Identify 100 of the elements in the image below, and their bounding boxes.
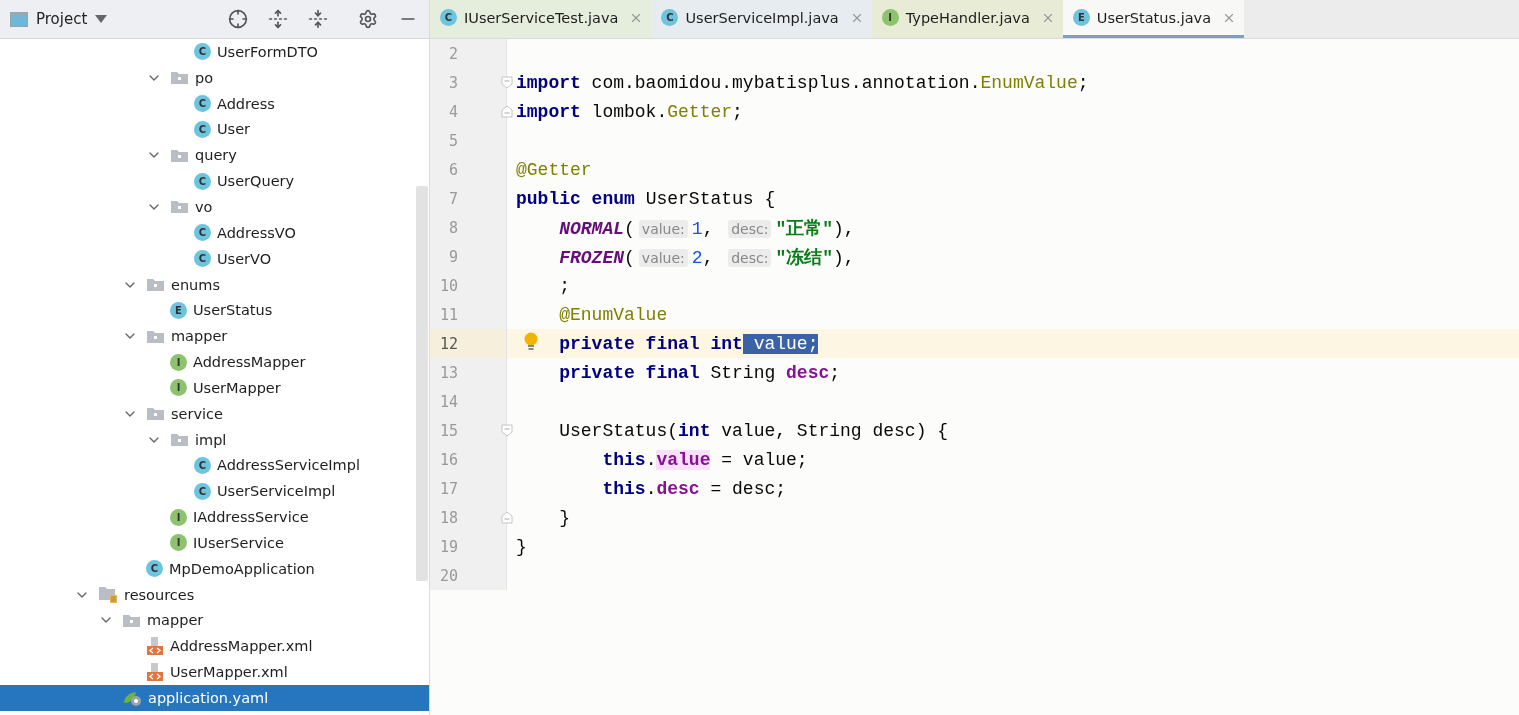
tree-item-label: AddressVO bbox=[217, 224, 296, 241]
tree-item[interactable]: I IAddressService bbox=[0, 504, 429, 531]
folder-icon bbox=[170, 147, 189, 163]
interface-icon: I bbox=[170, 508, 187, 526]
xml-file-icon bbox=[146, 662, 164, 683]
tree-item[interactable]: UserMapper.xml bbox=[0, 659, 429, 686]
tab-label: UserStatus.java bbox=[1096, 9, 1212, 26]
folder-icon bbox=[146, 277, 165, 292]
interface-icon: I bbox=[881, 9, 899, 26]
tree-item[interactable]: E UserStatus bbox=[0, 297, 429, 324]
tree-item-label: po bbox=[195, 69, 214, 86]
folder-icon bbox=[122, 613, 141, 628]
project-window-icon bbox=[10, 11, 28, 27]
code-line: ; bbox=[558, 275, 570, 296]
tree-item-label: query bbox=[195, 147, 237, 164]
collapse-all-icon[interactable] bbox=[307, 8, 329, 30]
line-number: 8 bbox=[447, 218, 458, 237]
tree-item[interactable]: C AddressServiceImpl bbox=[0, 452, 429, 479]
code-line: import com.baomidou.mybatisplus.annotation.EnumValue; bbox=[516, 72, 1089, 93]
line-number: 4 bbox=[447, 102, 458, 121]
line-number: 17 bbox=[438, 479, 458, 498]
tree-item[interactable]: C User bbox=[0, 116, 429, 143]
folder-icon bbox=[146, 328, 165, 344]
fold-marker-icon[interactable] bbox=[501, 424, 513, 437]
code-line: @Getter bbox=[516, 159, 592, 180]
line-number: 3 bbox=[447, 73, 458, 92]
editor-tab[interactable]: I TypeHandler.java bbox=[871, 0, 1063, 38]
tree-item[interactable]: I IUserService bbox=[0, 530, 429, 556]
tree-item[interactable]: service bbox=[0, 400, 429, 427]
line-number: 10 bbox=[438, 276, 458, 295]
tree-item[interactable]: I AddressMapper bbox=[0, 349, 429, 375]
code-line: } bbox=[516, 536, 527, 557]
line-number: 16 bbox=[438, 450, 458, 469]
tree-item-label: AddressMapper.xml bbox=[170, 638, 313, 655]
tree-item[interactable]: po bbox=[0, 64, 429, 91]
tree-item[interactable]: vo bbox=[0, 194, 429, 220]
resources-folder-icon bbox=[98, 585, 118, 604]
code-line: UserStatus(int value, String desc) { bbox=[558, 420, 949, 441]
tree-item[interactable]: C Address bbox=[0, 90, 429, 117]
tab-label: IUserServiceTest.java bbox=[464, 9, 619, 26]
tree-item-label: UserQuery bbox=[217, 173, 295, 190]
tree-item-label: mapper bbox=[147, 612, 204, 629]
tree-item-label: vo bbox=[195, 199, 213, 215]
line-number: 7 bbox=[447, 189, 458, 208]
tree-item-label: UserMapper bbox=[193, 379, 281, 396]
expand-all-icon[interactable] bbox=[267, 8, 289, 30]
code-line: @EnumValue bbox=[558, 304, 668, 325]
tree-item[interactable]: C UserFormDTO bbox=[0, 39, 429, 65]
line-number: 13 bbox=[438, 363, 458, 382]
tree-item[interactable]: application.yaml bbox=[0, 685, 429, 711]
lightbulb-icon[interactable] bbox=[523, 332, 539, 352]
line-number: 6 bbox=[447, 160, 458, 179]
tree-item[interactable]: C MpDemoApplication bbox=[0, 555, 429, 582]
test-class-icon: C bbox=[440, 9, 457, 26]
tree-item-label: impl bbox=[195, 431, 227, 448]
fold-marker-icon[interactable] bbox=[501, 105, 513, 118]
code-line: private final String desc; bbox=[558, 362, 841, 383]
tree-item[interactable]: C UserQuery bbox=[0, 168, 429, 195]
tree-item[interactable]: C UserServiceImpl bbox=[0, 478, 429, 505]
interface-icon: I bbox=[170, 353, 187, 371]
tree-item-label: IAddressService bbox=[193, 509, 309, 526]
tree-item[interactable]: impl bbox=[0, 426, 429, 453]
editor-tab[interactable]: C UserServiceImpl.java bbox=[651, 0, 872, 38]
tree-item[interactable]: C UserVO bbox=[0, 245, 429, 272]
settings-icon[interactable] bbox=[357, 8, 379, 30]
tree-item-label: MpDemoApplication bbox=[169, 560, 315, 577]
editor-tab[interactable]: E UserStatus.java bbox=[1062, 0, 1245, 38]
tree-item[interactable]: resources bbox=[0, 581, 429, 608]
tree-item[interactable]: enums bbox=[0, 271, 429, 298]
class-icon: C bbox=[194, 43, 211, 61]
tree-item[interactable]: AddressMapper.xml bbox=[0, 633, 429, 660]
folder-icon bbox=[146, 406, 165, 422]
line-number: 5 bbox=[447, 131, 458, 150]
tree-item[interactable]: mapper bbox=[0, 323, 429, 350]
tree-item[interactable]: C AddressVO bbox=[0, 219, 429, 246]
tree-item-label: enums bbox=[171, 276, 220, 293]
interface-icon: I bbox=[170, 534, 187, 552]
fold-marker-icon[interactable] bbox=[501, 511, 513, 524]
spring-app-icon: C bbox=[146, 560, 163, 578]
line-number: 9 bbox=[447, 247, 458, 266]
tree-item[interactable]: mapper bbox=[0, 607, 429, 634]
fold-marker-icon[interactable] bbox=[501, 76, 513, 89]
locate-icon[interactable] bbox=[227, 8, 249, 30]
tree-item[interactable]: query bbox=[0, 142, 429, 169]
class-icon: C bbox=[661, 9, 679, 26]
code-line: private final int value; bbox=[558, 333, 819, 354]
tree-item-label: mapper bbox=[171, 328, 228, 345]
tree-item-label: UserServiceImpl bbox=[217, 483, 336, 500]
scrollbar[interactable] bbox=[416, 186, 428, 581]
tree-item[interactable]: I UserMapper bbox=[0, 374, 429, 401]
line-number: 19 bbox=[438, 537, 458, 556]
enum-icon: E bbox=[170, 301, 187, 319]
tree-item-label: application.yaml bbox=[148, 690, 269, 706]
tree-item-label: AddressServiceImpl bbox=[217, 457, 360, 474]
line-number: 14 bbox=[438, 392, 458, 411]
editor-tab[interactable]: C IUserServiceTest.java bbox=[430, 0, 652, 38]
dropdown-caret-icon[interactable] bbox=[95, 15, 108, 23]
tree-item-label: service bbox=[171, 405, 223, 422]
tree-item-label: UserStatus bbox=[193, 302, 273, 319]
tree-item-label: User bbox=[217, 121, 251, 138]
